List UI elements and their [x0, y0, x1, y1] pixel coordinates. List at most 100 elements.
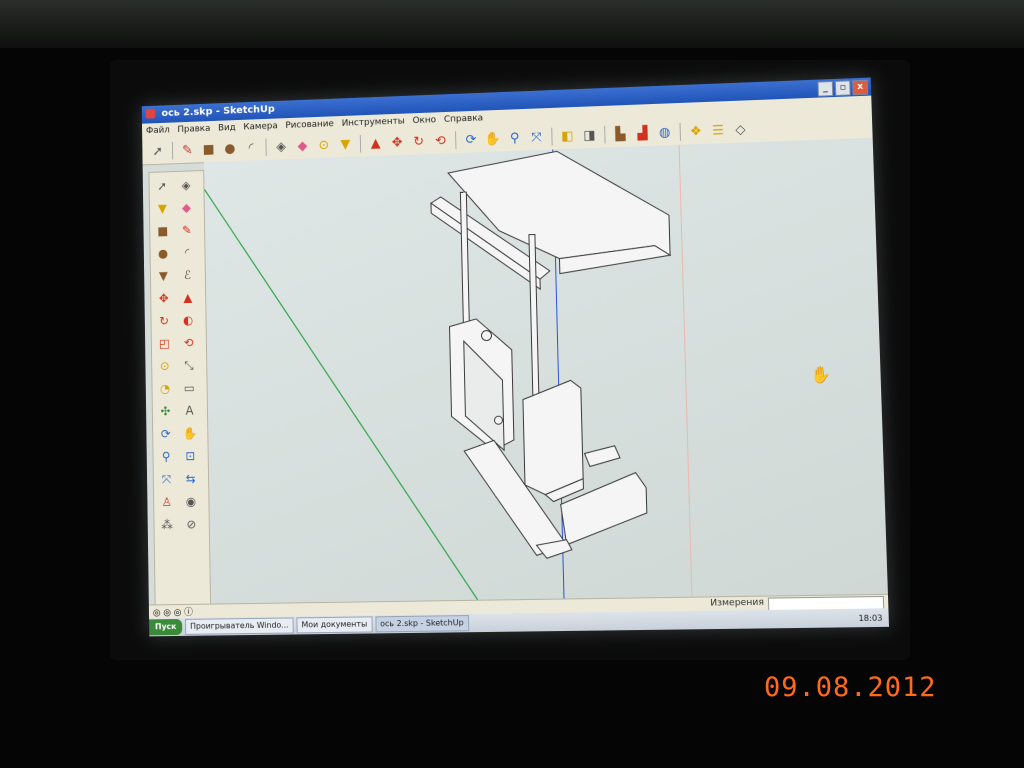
bolt-upper	[481, 330, 493, 342]
green-axis	[204, 180, 477, 603]
look-around-icon[interactable]: ◉	[180, 491, 202, 511]
toolbar-separator	[265, 138, 267, 157]
menu-draw[interactable]: Рисование	[285, 116, 334, 133]
geo-location-icon[interactable]: ◎	[153, 608, 161, 618]
eraser-icon[interactable]: ◆	[176, 198, 197, 218]
pencil-line-icon[interactable]: ✎	[178, 140, 198, 160]
rotate-icon[interactable]: ↻	[409, 131, 429, 151]
zoom-icon[interactable]: ⚲	[155, 446, 177, 466]
minimize-button[interactable]: _	[817, 81, 834, 97]
arc-icon[interactable]: ◜	[241, 138, 261, 158]
eraser-icon[interactable]: ◆	[293, 136, 313, 156]
axes-icon[interactable]: ✣	[155, 401, 177, 421]
menu-file[interactable]: Файл	[146, 123, 170, 139]
window-title: ось 2.skp - SketchUp	[161, 103, 275, 120]
toolbar-separator	[679, 122, 682, 141]
offset-icon[interactable]: ⟲	[178, 333, 200, 353]
line-icon[interactable]: ✎	[176, 220, 197, 240]
make-component-icon[interactable]: ◈	[271, 137, 291, 157]
measurements-label: Измерения	[710, 597, 765, 609]
rectangle-icon[interactable]: ■	[199, 139, 219, 159]
toolbar-separator	[455, 131, 457, 150]
push-pull-icon[interactable]: ▲	[366, 133, 386, 153]
tape-measure-icon[interactable]: ⊙	[314, 135, 334, 155]
previous-view-icon[interactable]: ⇆	[180, 469, 202, 489]
close-button[interactable]: x	[852, 79, 869, 96]
styles-icon[interactable]: ◇	[730, 119, 751, 140]
walk-icon[interactable]: ⁂	[156, 515, 178, 535]
warehouse-get-icon[interactable]: ▙	[610, 124, 631, 145]
front-panel	[523, 380, 584, 495]
start-button[interactable]: Пуск	[149, 618, 183, 636]
bolt-lower	[493, 415, 503, 425]
maximize-button[interactable]: ▫	[834, 80, 851, 96]
component-icon[interactable]: ◈	[175, 175, 196, 195]
orbit-icon[interactable]: ⟳	[461, 129, 481, 149]
red-axis-guide	[679, 145, 692, 597]
model-geometry[interactable]	[430, 147, 679, 560]
menu-edit[interactable]: Правка	[177, 121, 210, 138]
move-icon[interactable]: ✥	[387, 132, 407, 152]
zoom-window-icon[interactable]: ⊡	[179, 446, 201, 466]
pan-hand-icon[interactable]: ✋	[483, 129, 503, 149]
toolbar-separator	[551, 127, 553, 146]
warehouse-share-icon[interactable]: ▟	[632, 123, 653, 144]
3d-text-icon[interactable]: A	[179, 401, 201, 421]
menu-window[interactable]: Окно	[412, 112, 436, 129]
menu-view[interactable]: Вид	[218, 120, 236, 136]
arc-icon[interactable]: ◜	[176, 242, 197, 262]
dimension-icon[interactable]: ⤡	[178, 355, 200, 375]
task-sketchup[interactable]: ось 2.skp - SketchUp	[375, 615, 469, 633]
toolbar-separator	[359, 134, 362, 153]
move-icon[interactable]: ✥	[153, 288, 174, 308]
photo-date-stamp: 09.08.2012	[764, 672, 937, 703]
section-plane-icon[interactable]: ⊘	[180, 514, 202, 534]
circle-icon[interactable]: ●	[152, 243, 173, 263]
tape-measure-icon[interactable]: ⊙	[154, 356, 175, 376]
layers-icon[interactable]: ☰	[708, 120, 729, 141]
freehand-icon[interactable]: ℰ	[177, 265, 199, 285]
position-camera-icon[interactable]: ♙	[156, 492, 178, 512]
user-icon[interactable]: ◎	[174, 608, 182, 618]
right-post	[529, 234, 539, 414]
drawing-area[interactable]: ✋	[204, 137, 888, 604]
text-icon[interactable]: ▭	[178, 378, 200, 398]
circle-icon[interactable]: ●	[220, 138, 240, 158]
orbit-icon[interactable]: ⟳	[155, 424, 177, 444]
select-arrow-icon[interactable]: ➚	[148, 141, 167, 161]
toolbar-separator	[171, 141, 174, 160]
polygon-icon[interactable]: ▼	[153, 266, 174, 286]
photo-background-top	[0, 0, 1024, 48]
paint-bucket-icon[interactable]: ▼	[335, 134, 355, 154]
zoom-extents-icon[interactable]: ⤧	[156, 469, 178, 489]
menu-camera[interactable]: Камера	[243, 118, 278, 135]
task-media-player[interactable]: Проигрыватель Windo...	[185, 617, 294, 635]
components-icon[interactable]: ❖	[686, 121, 707, 142]
zoom-extents-icon[interactable]: ⤧	[526, 127, 546, 148]
next-view-icon[interactable]: ◨	[579, 125, 600, 146]
model-viewport: ✋	[204, 138, 831, 604]
sketchup-app-icon	[145, 108, 156, 119]
help-icon[interactable]: ⓘ	[184, 608, 193, 618]
push-pull-icon[interactable]: ▲	[177, 288, 199, 308]
offset-icon[interactable]: ⟲	[430, 131, 450, 151]
google-earth-icon[interactable]: ◍	[654, 122, 675, 143]
previous-view-icon[interactable]: ◧	[557, 126, 577, 147]
scale-icon[interactable]: ◰	[154, 333, 175, 353]
task-my-documents[interactable]: Мои документы	[296, 616, 373, 634]
step-plate	[584, 446, 620, 467]
pan-hand-icon[interactable]: ✋	[179, 423, 201, 443]
select-arrow-icon[interactable]: ➚	[151, 176, 172, 196]
menu-help[interactable]: Справка	[444, 111, 484, 128]
zoom-icon[interactable]: ⚲	[504, 128, 524, 149]
toolbar-separator	[604, 125, 606, 144]
window-controls: _ ▫ x	[817, 79, 869, 97]
pan-cursor-icon: ✋	[810, 364, 831, 384]
rotate-icon[interactable]: ↻	[153, 311, 174, 331]
protractor-icon[interactable]: ◔	[154, 379, 176, 399]
credits-icon[interactable]: ◎	[163, 608, 171, 618]
rectangle-icon[interactable]: ■	[152, 221, 173, 241]
status-help-icons: ◎ ◎ ◎ ⓘ	[153, 605, 193, 619]
follow-me-icon[interactable]: ◐	[177, 310, 199, 330]
paint-bucket-icon[interactable]: ▼	[152, 198, 173, 218]
